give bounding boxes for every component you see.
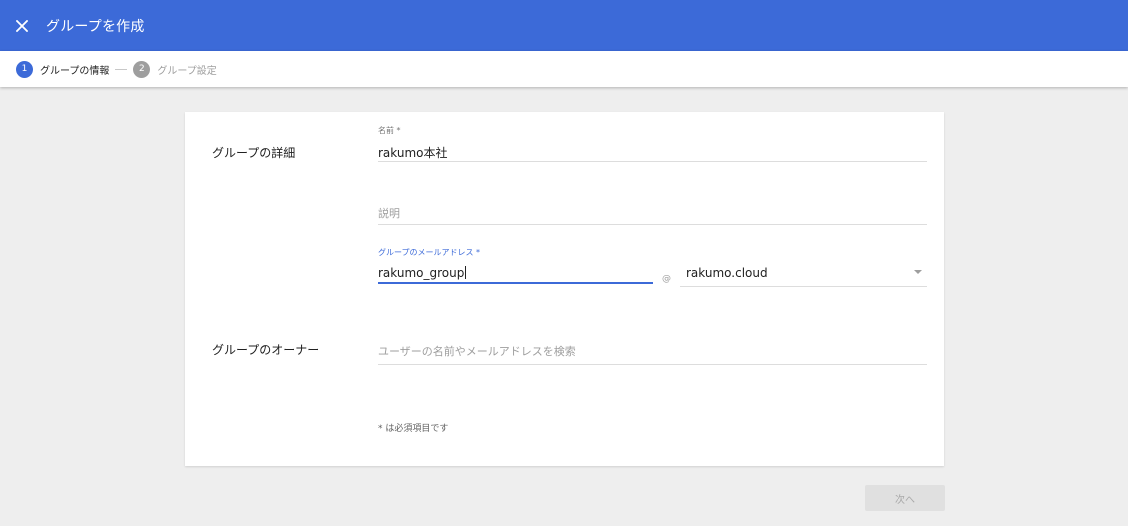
step-separator	[115, 68, 128, 70]
email-field-label: グループのメールアドレス *	[378, 248, 481, 257]
step-group-settings[interactable]: 2 グループ設定	[133, 60, 217, 78]
page-title: グループを作成	[46, 18, 145, 35]
close-icon	[16, 19, 28, 32]
step-label: グループ設定	[157, 65, 217, 77]
app-header: グループを作成	[0, 0, 1128, 51]
form-card: グループの詳細 名前 * rakumo本社 説明 グループのメールアドレス * …	[185, 112, 944, 466]
email-field-underline	[378, 282, 653, 284]
name-field[interactable]: rakumo本社	[378, 144, 448, 161]
domain-select-underline	[680, 286, 927, 287]
details-section-label: グループの詳細	[212, 146, 296, 160]
step-number-badge: 2	[133, 60, 151, 78]
at-symbol: @	[662, 274, 671, 284]
description-field-underline	[378, 224, 927, 225]
close-button[interactable]	[12, 16, 32, 36]
email-field-value: rakumo_group	[378, 266, 465, 280]
email-field[interactable]: rakumo_group	[378, 266, 467, 280]
required-note: * は必須項目です	[378, 424, 449, 434]
stepper: 1 グループの情報 2 グループ設定	[0, 51, 1128, 87]
next-button[interactable]: 次へ	[865, 485, 945, 511]
owner-section-label: グループのオーナー	[212, 343, 320, 357]
step-label: グループの情報	[40, 65, 110, 77]
owner-search-underline	[378, 364, 927, 365]
step-number-badge: 1	[16, 60, 33, 78]
text-caret	[465, 266, 467, 279]
owner-search-input[interactable]: ユーザーの名前やメールアドレスを検索	[378, 343, 576, 359]
step-group-info[interactable]: 1 グループの情報	[16, 60, 110, 78]
name-field-underline	[378, 161, 927, 162]
domain-select[interactable]: rakumo.cloud	[686, 266, 768, 280]
name-field-label: 名前 *	[378, 126, 401, 135]
description-field[interactable]: 説明	[378, 205, 400, 221]
chevron-down-icon[interactable]	[914, 270, 922, 274]
